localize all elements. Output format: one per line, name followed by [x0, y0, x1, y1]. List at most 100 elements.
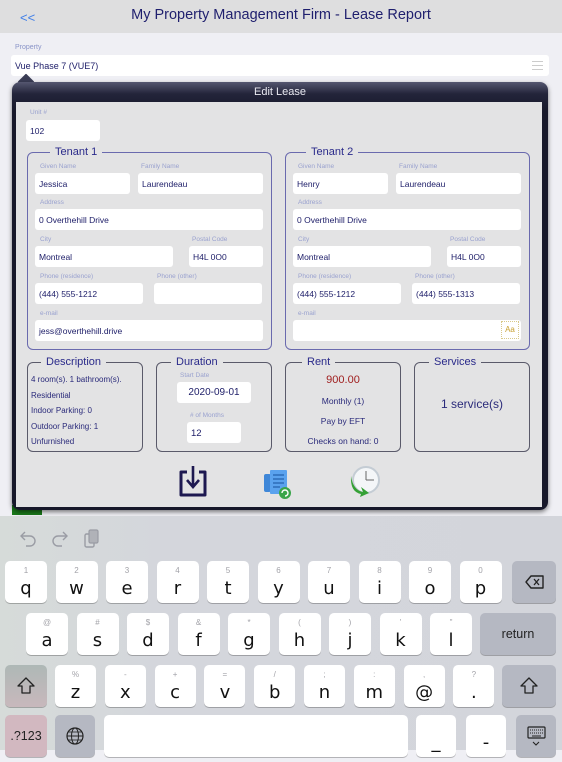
tenant-2-postal-field[interactable]: H4L 0O0 [447, 246, 521, 267]
key-b[interactable]: / b [254, 665, 296, 707]
tenant-1-address-field[interactable]: 0 Overthehill Drive [35, 209, 263, 230]
key-label: l [448, 630, 454, 651]
hyphen-key[interactable]: - [466, 715, 506, 757]
start-date-label: Start Date [180, 372, 210, 379]
numbers-key[interactable]: .?123 [5, 715, 47, 757]
key-x[interactable]: -x [104, 665, 146, 707]
key-label: r [173, 578, 182, 599]
tenant-1-given-name-field[interactable]: Jessica [35, 173, 130, 194]
tenant-2-given-name-field[interactable]: Henry [293, 173, 388, 194]
tenant-1-family-name-field[interactable]: Laurendeau [138, 173, 263, 194]
description-line: Indoor Parking: 0 [31, 406, 92, 415]
key-j[interactable]: ) j [329, 613, 371, 655]
shift-key-right[interactable] [502, 665, 556, 707]
key-label: s [92, 630, 103, 651]
key-d[interactable]: $ d [127, 613, 169, 655]
key-label: @ [415, 682, 434, 703]
key-period[interactable]: ?. [453, 665, 495, 707]
key-c[interactable]: + c [154, 665, 196, 707]
months-field[interactable]: 12 [187, 422, 241, 443]
key-a[interactable]: @ a [26, 613, 68, 655]
key-u[interactable]: 7u [308, 561, 350, 603]
tenant-1-city-field[interactable]: Montreal [35, 246, 173, 267]
rent-frequency: Monthly (1) [321, 396, 365, 406]
key-r[interactable]: 4r [156, 561, 199, 603]
tenant-2-family-name-field[interactable]: Laurendeau [396, 173, 521, 194]
unit-field[interactable]: 102 [26, 120, 100, 141]
family-name-label: Family Name [399, 163, 438, 170]
backspace-key[interactable] [512, 561, 556, 603]
key-v[interactable]: = v [204, 665, 246, 707]
key-f[interactable]: & f [177, 613, 220, 655]
tenant-2-city-field[interactable]: Montreal [293, 246, 431, 267]
save-download-button[interactable] [177, 464, 209, 498]
key-y[interactable]: 6y [257, 561, 300, 603]
email-label: e-mail [298, 310, 316, 317]
key-n[interactable]: ; n [304, 665, 345, 707]
key-secondary-label: - [123, 670, 127, 679]
text-format-icon[interactable]: Aa [501, 321, 519, 339]
key-q[interactable]: 1q [5, 561, 47, 603]
shift-key-left[interactable] [5, 665, 47, 707]
space-bar[interactable] [104, 715, 408, 757]
key-secondary-label: " [449, 618, 453, 627]
tenant-2-email-field[interactable]: Aa [293, 320, 521, 341]
key-secondary-label: = [222, 670, 228, 679]
key-p[interactable]: 0p [459, 561, 502, 603]
navigation-bar: << My Property Management Firm - Lease R… [0, 0, 562, 33]
tenant-1-email-field[interactable]: jess@overthehill.drive [35, 320, 263, 341]
key-secondary-label: ' [399, 618, 402, 627]
property-selector[interactable]: Vue Phase 7 (VUE7) [11, 55, 549, 76]
given-name-label: Given Name [298, 163, 335, 170]
duration-group: Duration Start Date 2020-09-01 # of Mont… [156, 356, 272, 452]
address-label: Address [40, 199, 64, 206]
start-date-field[interactable]: 2020-09-01 [177, 382, 251, 403]
key-label: p [474, 578, 487, 599]
tenant-1-postal-field[interactable]: H4L 0O0 [189, 246, 263, 267]
redo-icon[interactable] [52, 531, 68, 547]
key-t[interactable]: 5t [207, 561, 249, 603]
globe-key[interactable] [55, 715, 95, 757]
key-secondary-label: 8 [377, 566, 382, 575]
tenant-1-phone-other-field[interactable] [154, 283, 262, 304]
key-m[interactable]: :m [353, 665, 395, 707]
key-label: b [268, 682, 281, 703]
description-line: Outdoor Parking: 1 [31, 422, 99, 431]
dismiss-keyboard-key[interactable] [516, 715, 556, 757]
key-at[interactable]: , @ [403, 665, 445, 707]
key-z[interactable]: % z [55, 665, 96, 707]
key-s[interactable]: # s [76, 613, 119, 655]
city-label: City [298, 236, 310, 243]
key-o[interactable]: 9o [409, 561, 451, 603]
return-key[interactable]: return [480, 613, 556, 655]
key-l[interactable]: " l [430, 613, 472, 655]
underscore-key[interactable]: _ [416, 715, 456, 757]
tenant-2-phone-other-field[interactable]: (444) 555-1313 [412, 283, 520, 304]
tenant-1-phone-residence-field[interactable]: (444) 555-1212 [35, 283, 143, 304]
key-g[interactable]: * g [228, 613, 270, 655]
undo-icon[interactable] [20, 531, 36, 547]
menu-icon[interactable] [532, 61, 543, 70]
tenant-2-address-field[interactable]: 0 Overthehill Drive [293, 209, 521, 230]
key-label: d [142, 630, 154, 651]
key-secondary-label: : [373, 670, 376, 679]
key-k[interactable]: ' k [379, 613, 422, 655]
clock-history-button[interactable] [347, 464, 380, 498]
key-label: m [365, 682, 384, 703]
key-label: g [243, 630, 255, 651]
rent-group[interactable]: Rent 900.00 Monthly (1) Pay by EFT Check… [285, 356, 401, 452]
rent-amount: 900.00 [326, 374, 360, 386]
document-refresh-button[interactable] [262, 466, 294, 500]
keyboard-toolbar [18, 528, 108, 548]
services-group[interactable]: Services 1 service(s) [414, 356, 530, 452]
paste-icon[interactable] [84, 529, 99, 548]
key-secondary-label: 9 [427, 566, 433, 575]
services-legend: Services [429, 356, 482, 368]
key-w[interactable]: 2w [55, 561, 98, 603]
key-h[interactable]: (h [278, 613, 321, 655]
property-value: Vue Phase 7 (VUE7) [15, 61, 99, 71]
backspace-icon [525, 575, 544, 589]
tenant-2-phone-residence-field[interactable]: (444) 555-1212 [293, 283, 401, 304]
key-i[interactable]: 8i [358, 561, 401, 603]
key-e[interactable]: 3e [106, 561, 148, 603]
